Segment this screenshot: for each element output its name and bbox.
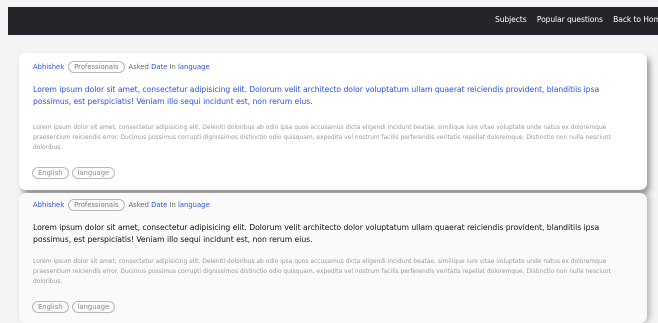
question-meta: Abhishek Professionals Asked Date In lan… <box>33 199 210 211</box>
nav-link-back-to-home[interactable]: Back to Hom <box>613 15 658 24</box>
question-tags: English language <box>32 301 116 313</box>
question-title[interactable]: Lorem ipsum dolor sit amet, consectetur … <box>33 84 637 108</box>
question-title[interactable]: Lorem ipsum dolor sit amet, consectetur … <box>33 222 637 246</box>
in-label: In <box>169 63 176 71</box>
subject-link[interactable]: language <box>178 201 210 209</box>
date-link[interactable]: Date <box>151 201 167 209</box>
question-card[interactable]: Abhishek Professionals Asked Date In lan… <box>19 193 647 323</box>
subject-link[interactable]: language <box>178 63 210 71</box>
question-body: Lorem ipsum dolor sit amet, consectetur … <box>33 124 611 151</box>
nav-link-popular-questions[interactable]: Popular questions <box>537 15 603 24</box>
in-label: In <box>169 201 176 209</box>
nav-link-subjects[interactable]: Subjects <box>495 15 527 24</box>
asked-label: Asked <box>128 201 149 209</box>
question-card[interactable]: Abhishek Professionals Asked Date In lan… <box>19 53 647 190</box>
tag-chip[interactable]: language <box>71 301 116 313</box>
author-link[interactable]: Abhishek <box>33 201 64 209</box>
tag-chip[interactable]: English <box>32 167 69 179</box>
question-tags: English language <box>32 167 116 179</box>
top-navigation-bar: Subjects Popular questions Back to Hom <box>8 7 658 35</box>
question-meta: Abhishek Professionals Asked Date In lan… <box>33 61 210 73</box>
author-role-badge: Professionals <box>68 61 125 73</box>
author-role-badge: Professionals <box>68 199 125 211</box>
asked-label: Asked <box>128 63 149 71</box>
date-link[interactable]: Date <box>151 63 167 71</box>
tag-chip[interactable]: language <box>71 167 116 179</box>
nav-links: Subjects Popular questions Back to Hom <box>495 15 658 24</box>
tag-chip[interactable]: English <box>32 301 69 313</box>
question-body: Lorem ipsum dolor sit amet, consectetur … <box>33 258 611 285</box>
author-link[interactable]: Abhishek <box>33 63 64 71</box>
